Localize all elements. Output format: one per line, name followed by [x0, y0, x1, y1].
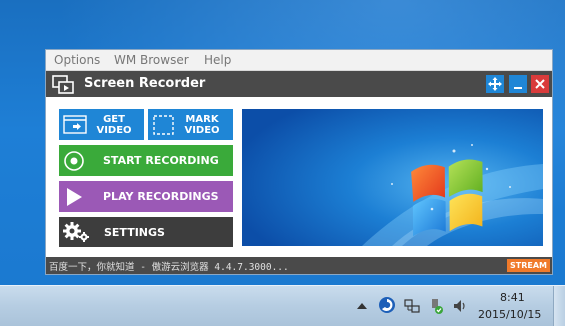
preview-image: [242, 109, 543, 246]
menu-help[interactable]: Help: [204, 53, 231, 67]
window-title: Screen Recorder: [84, 76, 206, 91]
menu-bar: Options WM Browser Help: [46, 50, 552, 71]
menu-options[interactable]: Options: [54, 53, 100, 67]
get-video-label-line2: VIDEO: [96, 124, 132, 136]
show-desktop-button[interactable]: [553, 286, 565, 326]
mark-video-button[interactable]: MARK VIDEO: [148, 109, 233, 140]
play-recordings-button[interactable]: PLAY RECORDINGS: [59, 181, 233, 212]
start-recording-label: START RECORDING: [103, 154, 219, 167]
minimize-button[interactable]: [509, 75, 527, 93]
main-panel: GET VIDEO MARK VIDEO START RECORDING PLA…: [46, 97, 552, 257]
move-icon: [488, 77, 502, 91]
screen-recorder-window: Options WM Browser Help Screen Recorder: [46, 50, 552, 274]
volume-icon[interactable]: [452, 298, 468, 314]
get-video-label-line1: GET: [103, 113, 125, 125]
record-icon: [64, 150, 84, 171]
app-logo-icon: [52, 75, 74, 94]
safely-remove-hardware-icon[interactable]: [428, 298, 444, 314]
menu-wm-browser[interactable]: WM Browser: [114, 53, 189, 67]
title-bar: Screen Recorder: [46, 71, 552, 97]
close-button[interactable]: [531, 75, 549, 93]
clock-time[interactable]: 8:41: [500, 291, 525, 304]
gear-icon: [63, 222, 89, 242]
get-video-button[interactable]: GET VIDEO: [59, 109, 144, 140]
taskbar: 8:41 2015/10/15: [0, 285, 565, 326]
play-recordings-label: PLAY RECORDINGS: [103, 190, 219, 203]
settings-button[interactable]: SETTINGS: [59, 217, 233, 247]
network-icon[interactable]: [404, 298, 420, 314]
show-hidden-icons-icon[interactable]: [354, 298, 370, 314]
settings-label: SETTINGS: [104, 225, 165, 239]
mark-video-label-line2: VIDEO: [184, 124, 220, 136]
start-recording-button[interactable]: START RECORDING: [59, 145, 233, 176]
mark-video-label-line1: MARK: [185, 113, 219, 125]
stream-button[interactable]: STREAM: [507, 259, 550, 272]
play-icon: [67, 187, 82, 206]
status-text: 百度一下，你就知道 - 傲游云浏览器 4.4.7.3000...: [49, 262, 289, 273]
move-button[interactable]: [486, 75, 504, 93]
dashed-square-icon: [153, 114, 174, 135]
status-bar: 百度一下，你就知道 - 傲游云浏览器 4.4.7.3000... STREAM: [46, 257, 552, 274]
close-icon: [535, 79, 545, 89]
minimize-icon: [514, 87, 522, 89]
screen-capture-icon: [63, 114, 87, 134]
maxthon-browser-icon[interactable]: [378, 296, 396, 314]
video-preview: [242, 109, 543, 246]
clock-date[interactable]: 2015/10/15: [478, 308, 541, 321]
